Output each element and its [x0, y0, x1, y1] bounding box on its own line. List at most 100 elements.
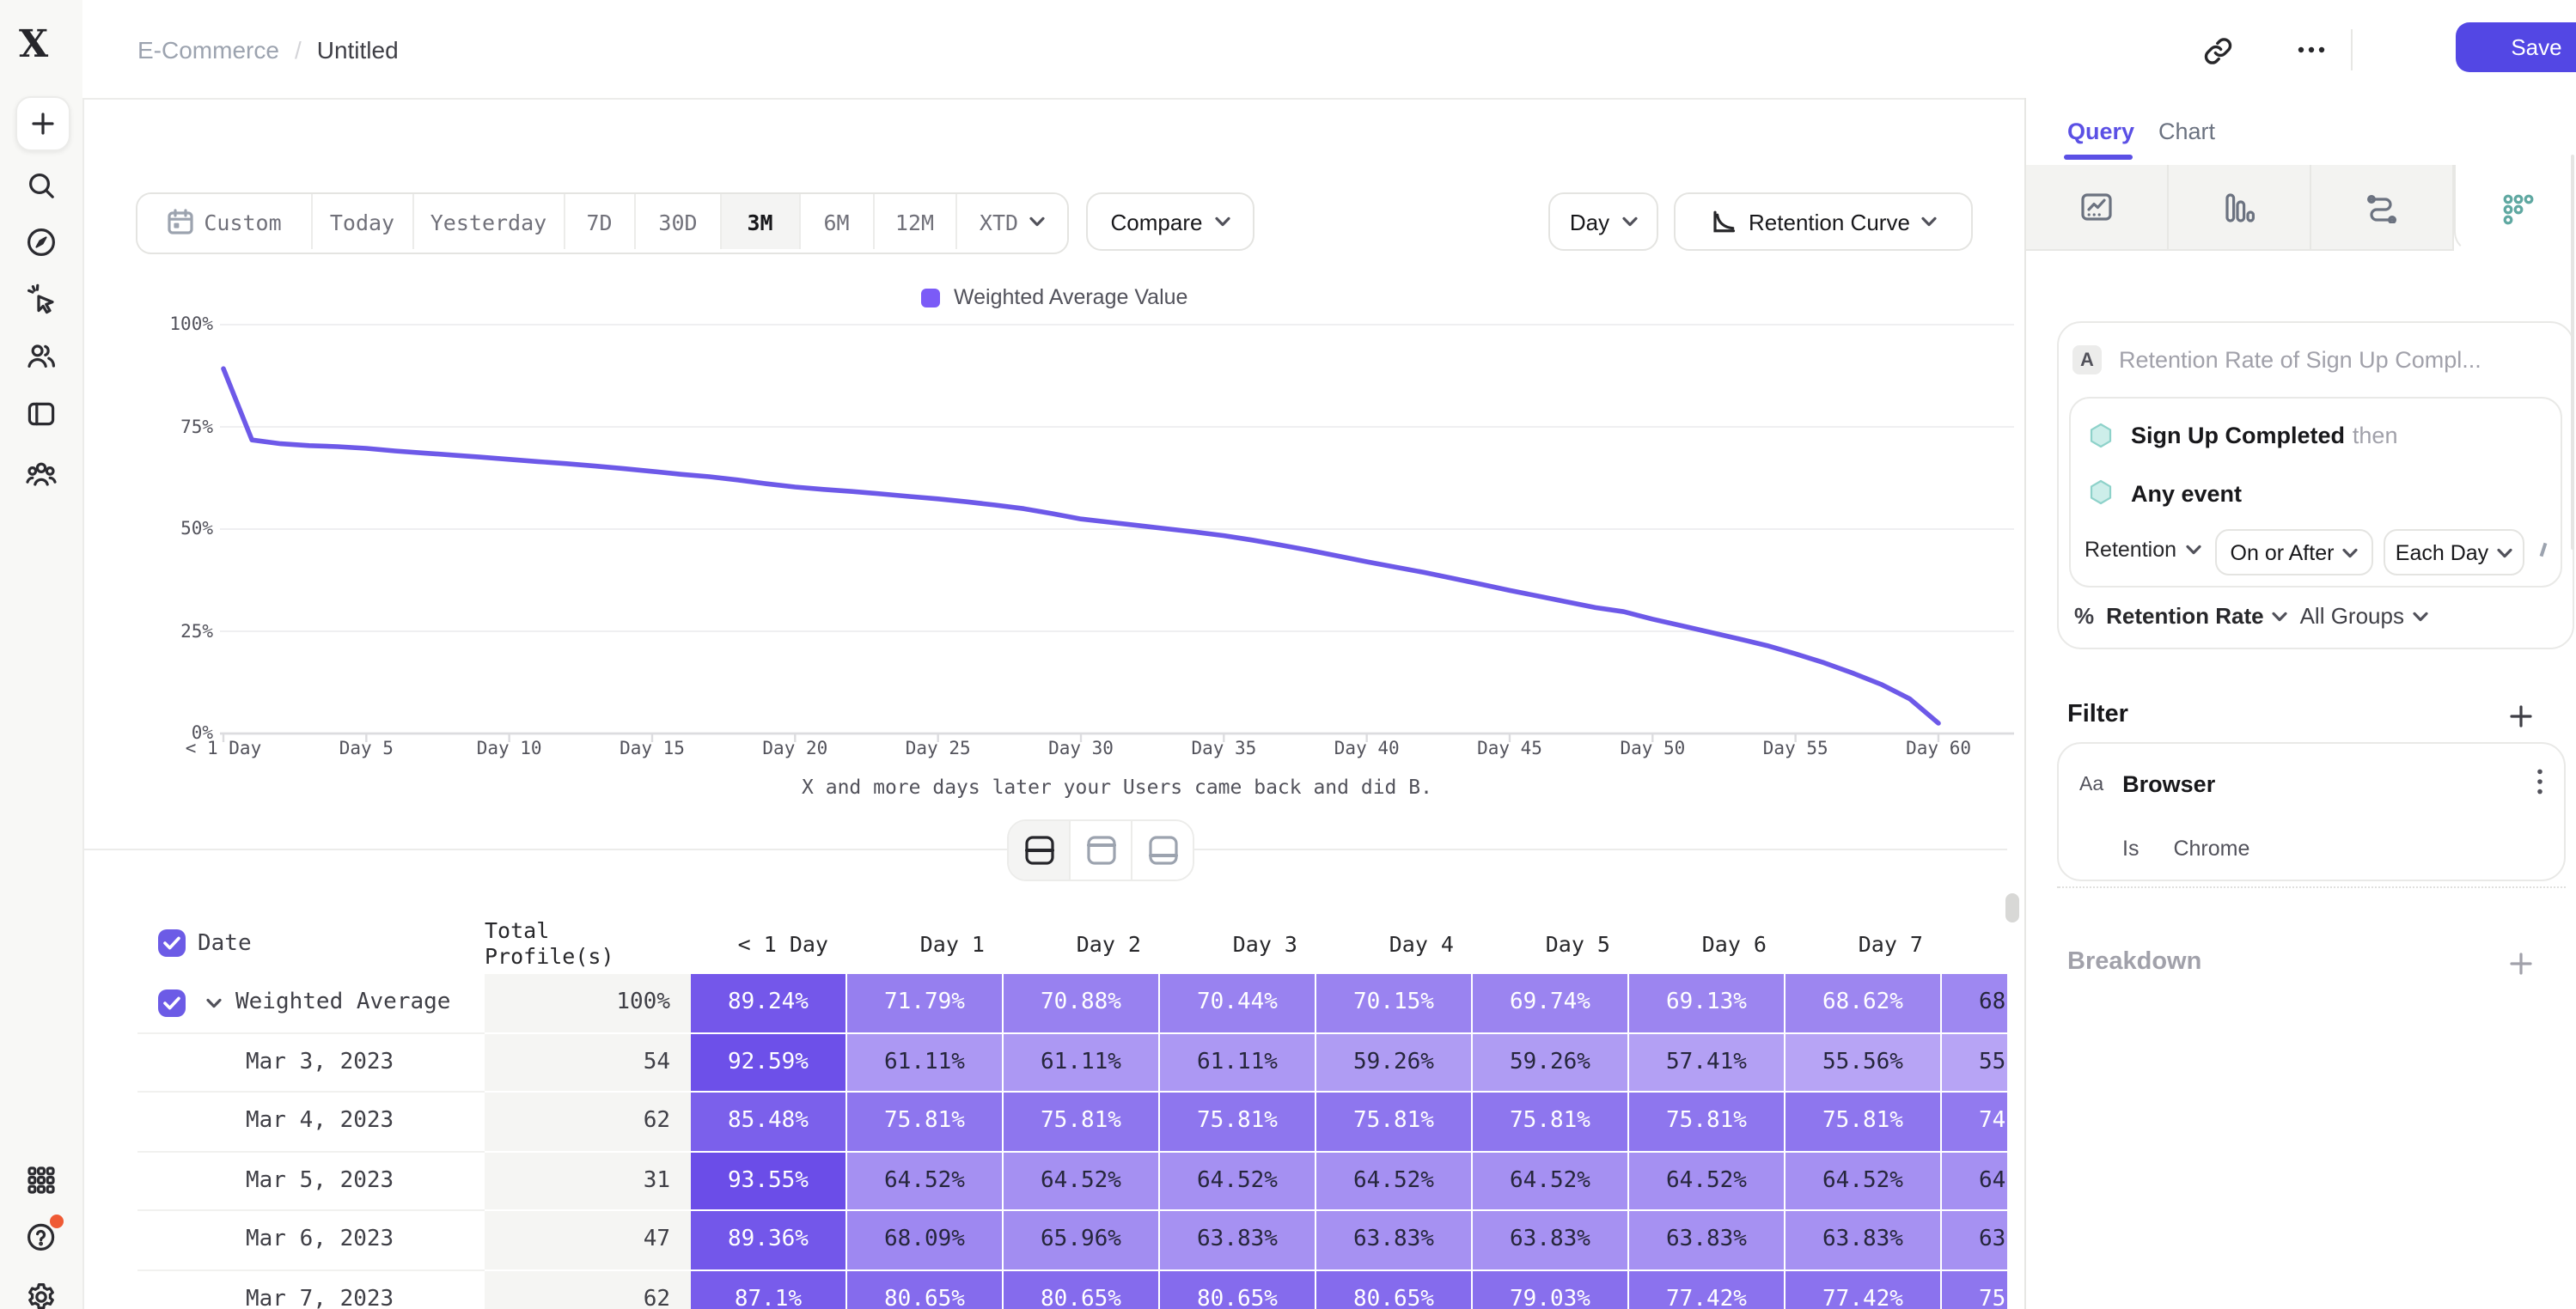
date-range-3m[interactable]: 3M [722, 194, 800, 249]
granularity-dropdown[interactable]: Day [1548, 192, 1658, 251]
compare-button[interactable]: Compare [1086, 192, 1254, 251]
column-header-day[interactable]: Day 4 [1316, 912, 1473, 974]
retention-value-cell[interactable]: 63.83% [1160, 1211, 1316, 1270]
chart-type-tab-retention[interactable] [2454, 165, 2576, 253]
sidebar-item-explore[interactable] [24, 225, 58, 259]
breadcrumb-parent[interactable]: E-Commerce [137, 35, 279, 63]
layout-toggle-split-view[interactable] [1009, 821, 1071, 880]
retention-value-cell[interactable]: 64.52% [1316, 1152, 1473, 1211]
retention-value-cell[interactable]: 68.11% [1942, 974, 2007, 1033]
retention-value-cell[interactable]: 80.65% [1004, 1270, 1160, 1309]
retention-value-cell[interactable]: 59.26% [1316, 1033, 1473, 1093]
retention-value-cell[interactable]: 69.74% [1473, 974, 1629, 1033]
app-logo[interactable]: X [19, 22, 48, 67]
event-row[interactable]: Sign Up Completed then [2088, 421, 2397, 452]
row-label-cell[interactable]: Mar 4, 2023 [137, 1093, 485, 1152]
filter-menu-button[interactable] [2536, 768, 2543, 804]
filter-value[interactable]: Chrome [2173, 837, 2249, 861]
retention-value-cell[interactable]: 55.56% [1785, 1033, 1942, 1093]
retention-value-cell[interactable]: 80.65% [1160, 1270, 1316, 1309]
retention-value-cell[interactable]: 75.81% [1160, 1093, 1316, 1152]
retention-value-cell[interactable]: 75.81% [1942, 1270, 2007, 1309]
share-link-button[interactable] [2194, 27, 2239, 72]
row-label-cell[interactable]: Mar 3, 2023 [137, 1033, 485, 1093]
retention-mode-dropdown[interactable]: Retention [2085, 538, 2201, 562]
retention-value-cell[interactable]: 80.65% [1316, 1270, 1473, 1309]
group-dropdown[interactable]: All Groups [2300, 603, 2428, 629]
retention-value-cell[interactable]: 63.83% [1785, 1211, 1942, 1270]
retention-value-cell[interactable]: 75.81% [1629, 1093, 1785, 1152]
retention-value-cell[interactable]: 63.83% [1942, 1211, 2007, 1270]
column-header-date[interactable]: Date [137, 912, 485, 974]
sidebar-item-events[interactable] [24, 282, 58, 316]
retention-window-dropdown[interactable]: On or After [2215, 529, 2373, 575]
retention-value-cell[interactable]: 92.59% [691, 1033, 847, 1093]
select-all-checkbox[interactable] [158, 929, 186, 957]
retention-value-cell[interactable]: 68.09% [847, 1211, 1004, 1270]
retention-value-cell[interactable]: 55.56% [1942, 1033, 2007, 1093]
sidebar-item-cohorts[interactable] [24, 457, 58, 491]
filter-property[interactable]: Browser [2122, 771, 2215, 797]
layout-toggle-table-only-view[interactable] [1132, 821, 1193, 880]
row-label-cell[interactable]: Mar 6, 2023 [137, 1211, 485, 1270]
filter-operator[interactable]: Is [2122, 837, 2139, 861]
chart-type-tab-insights[interactable] [2026, 165, 2169, 251]
column-header-day[interactable]: Day 6 [1629, 912, 1785, 974]
chart-type-tab-flows[interactable] [2311, 165, 2454, 251]
retention-value-cell[interactable]: 64.52% [1473, 1152, 1629, 1211]
column-header-day[interactable]: Day 2 [1004, 912, 1160, 974]
retention-value-cell[interactable]: 70.44% [1160, 974, 1316, 1033]
sidebar-item-audience[interactable] [24, 338, 58, 373]
retention-value-cell[interactable]: 64.52% [1942, 1152, 2007, 1211]
retention-value-cell[interactable]: 89.24% [691, 974, 847, 1033]
row-label-cell[interactable]: Mar 7, 2023 [137, 1270, 485, 1309]
retention-value-cell[interactable]: 69.13% [1629, 974, 1785, 1033]
retention-value-cell[interactable]: 70.15% [1316, 974, 1473, 1033]
retention-value-cell[interactable]: 75.81% [1785, 1093, 1942, 1152]
retention-value-cell[interactable]: 80.65% [847, 1270, 1004, 1309]
column-header-day[interactable]: Day 5 [1473, 912, 1629, 974]
add-filter-button[interactable] [2507, 703, 2535, 730]
column-header-day[interactable]: Day 8 [1942, 912, 2007, 974]
retention-value-cell[interactable]: 64.52% [1785, 1152, 1942, 1211]
retention-value-cell[interactable]: 68.62% [1785, 974, 1942, 1033]
date-range-yesterday[interactable]: Yesterday [414, 194, 565, 249]
retention-value-cell[interactable]: 75.81% [1316, 1093, 1473, 1152]
retention-value-cell[interactable]: 61.11% [1004, 1033, 1160, 1093]
retention-value-cell[interactable]: 71.79% [847, 974, 1004, 1033]
sidebar-item-apps[interactable] [24, 1163, 58, 1197]
retention-value-cell[interactable]: 64.52% [1629, 1152, 1785, 1211]
date-range-30d[interactable]: 30D [636, 194, 722, 249]
retention-value-cell[interactable]: 63.83% [1629, 1211, 1785, 1270]
retention-value-cell[interactable]: 93.55% [691, 1152, 847, 1211]
retention-value-cell[interactable]: 85.48% [691, 1093, 847, 1152]
column-header-day[interactable]: Day 1 [847, 912, 1004, 974]
retention-value-cell[interactable]: 89.36% [691, 1211, 847, 1270]
tab-chart[interactable]: Chart [2158, 119, 2215, 144]
date-range-xtd[interactable]: XTD [956, 194, 1067, 249]
column-header-total[interactable]: Total Profile(s) [485, 912, 691, 974]
sidebar-item-help[interactable] [24, 1220, 58, 1254]
retention-value-cell[interactable]: 75.81% [1004, 1093, 1160, 1152]
retention-value-cell[interactable]: 70.88% [1004, 974, 1160, 1033]
metric-dropdown[interactable]: Retention Rate [2106, 603, 2287, 629]
retention-value-cell[interactable]: 63.83% [1316, 1211, 1473, 1270]
breadcrumb-current[interactable]: Untitled [317, 35, 399, 63]
more-menu-button[interactable] [2289, 27, 2334, 72]
column-header-day[interactable]: < 1 Day [691, 912, 847, 974]
query-title[interactable]: Retention Rate of Sign Up Compl... [2119, 347, 2481, 373]
retention-value-cell[interactable]: 61.11% [1160, 1033, 1316, 1093]
add-breakdown-button[interactable] [2507, 950, 2535, 977]
sidebar-item-boards[interactable] [24, 397, 58, 431]
retention-value-cell[interactable]: 75.81% [847, 1093, 1004, 1152]
row-label-cell[interactable]: Mar 5, 2023 [137, 1152, 485, 1211]
retention-value-cell[interactable]: 64.52% [1004, 1152, 1160, 1211]
sidebar-item-new-insight[interactable] [15, 96, 70, 151]
row-label-cell[interactable]: Weighted Average ... [137, 974, 485, 1033]
retention-value-cell[interactable]: 79.03% [1473, 1270, 1629, 1309]
retention-value-cell[interactable]: 74.19% [1942, 1093, 2007, 1152]
row-checkbox[interactable] [158, 989, 186, 1017]
retention-value-cell[interactable]: 65.96% [1004, 1211, 1160, 1270]
event-row[interactable]: Any event [2088, 479, 2242, 507]
column-header-day[interactable]: Day 3 [1160, 912, 1316, 974]
